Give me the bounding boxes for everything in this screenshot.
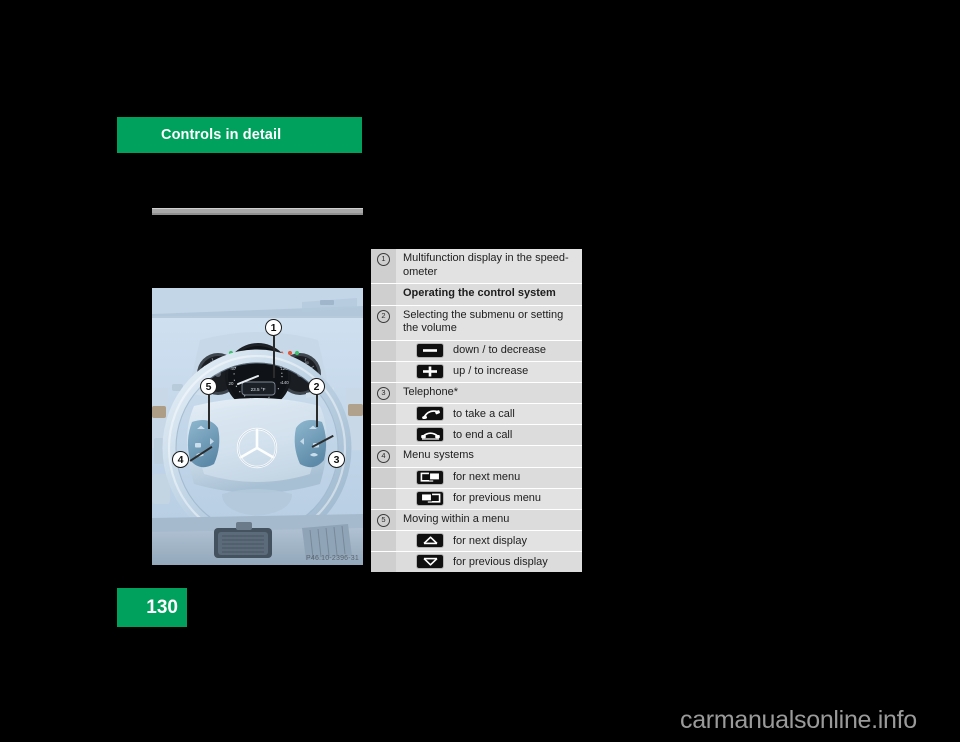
row-number-cell: 2 xyxy=(371,305,396,340)
row-content-cell: for previous display xyxy=(396,552,582,572)
table-description: Selecting the submenu or setting the volu… xyxy=(403,308,564,335)
row-number-cell xyxy=(371,488,396,509)
page-number-label: 130 xyxy=(146,596,178,618)
leader-line-1 xyxy=(273,336,275,378)
icon-description: for next display xyxy=(453,534,527,547)
row-content-cell: for next menu xyxy=(396,468,582,488)
next-menu-icon xyxy=(417,470,443,484)
callout-number-1: 1 xyxy=(377,253,390,266)
table-subheading: Operating the control system xyxy=(403,287,556,299)
row-number-cell: 1 xyxy=(371,249,396,283)
row-content-cell: to end a call xyxy=(396,425,582,445)
controls-reference-table: 1 Multifunction display in the speed-omet… xyxy=(371,249,582,572)
row-number-cell xyxy=(371,467,396,488)
icon-description: for previous display xyxy=(453,555,548,568)
row-content-cell: Telephone* xyxy=(396,383,582,404)
phone-hangup-icon xyxy=(417,428,443,441)
table-row: 4 Menu systems xyxy=(371,446,582,468)
minus-button-icon xyxy=(417,343,443,357)
table-description: Telephone* xyxy=(403,385,459,398)
row-number-cell xyxy=(371,425,396,445)
row-content-cell: up / to increase xyxy=(396,362,582,382)
svg-text:140: 140 xyxy=(281,380,289,385)
row-number-cell xyxy=(371,361,396,382)
table-row: 2 Selecting the submenu or setting the vol… xyxy=(371,305,582,341)
svg-text:23.5 °F: 23.5 °F xyxy=(251,387,266,392)
svg-text:20: 20 xyxy=(229,381,234,386)
icon-description: to end a call xyxy=(453,428,513,441)
callout-number-3: 3 xyxy=(377,386,390,400)
row-number-cell: 4 xyxy=(371,446,396,467)
row-content-cell: for next display xyxy=(396,531,582,551)
steering-wheel-figure: 20 40 0 60 80 xyxy=(152,288,363,565)
row-number-cell xyxy=(371,340,396,361)
row-number-cell: 5 xyxy=(371,509,396,530)
callout-3: 3 xyxy=(328,451,345,468)
section-title: Controls in detail xyxy=(161,127,282,143)
callout-number-5: 5 xyxy=(377,513,390,527)
page-number: 130 xyxy=(117,588,187,627)
phone-pickup-icon xyxy=(417,407,443,420)
icon-description: up / to increase xyxy=(453,365,529,377)
horizontal-rule xyxy=(152,208,363,215)
row-content-cell: Moving within a menu xyxy=(396,510,582,531)
table-description: Multifunction display in the speed-omete… xyxy=(403,252,569,278)
row-content-cell: Selecting the submenu or setting the volu… xyxy=(396,306,582,340)
leader-line-5 xyxy=(208,395,210,429)
row-number-cell: 3 xyxy=(371,382,396,403)
table-row: Operating the control system xyxy=(371,284,582,306)
row-number-cell xyxy=(371,404,396,424)
table-row: for previous menu xyxy=(371,488,582,510)
callout-number-4: 4 xyxy=(377,450,390,463)
leader-line-2 xyxy=(316,395,318,427)
section-header: Controls in detail xyxy=(117,117,362,153)
table-row: down / to decrease xyxy=(371,340,582,362)
callout-1: 1 xyxy=(265,319,282,336)
table-row: for next menu xyxy=(371,467,582,489)
row-content-cell: to take a call xyxy=(396,404,582,424)
row-number-cell xyxy=(371,552,396,572)
table-description: Menu systems xyxy=(403,449,474,461)
row-number-cell xyxy=(371,284,396,305)
table-row: 1 Multifunction display in the speed-omet… xyxy=(371,249,582,284)
arrow-up-icon xyxy=(417,534,443,547)
icon-description: down / to decrease xyxy=(453,344,546,356)
icon-description: for next menu xyxy=(453,471,521,483)
row-content-cell: down / to decrease xyxy=(396,341,582,361)
callout-2: 2 xyxy=(308,378,325,395)
row-content-cell: Multifunction display in the speed-omete… xyxy=(396,249,582,283)
site-watermark: carmanualsonline.info xyxy=(680,706,917,734)
callout-number-2: 2 xyxy=(377,309,390,323)
table-row: to end a call xyxy=(371,425,582,446)
table-row: to take a call xyxy=(371,404,582,425)
arrow-down-icon xyxy=(417,555,443,568)
steering-wheel-illustration: 20 40 0 60 80 xyxy=(152,288,363,565)
row-content-cell: Menu systems xyxy=(396,446,582,467)
table-row: 5 Moving within a menu xyxy=(371,509,582,531)
plus-button-icon xyxy=(417,364,443,378)
callout-5: 5 xyxy=(200,378,217,395)
table-description: Moving within a menu xyxy=(403,512,510,525)
row-content-cell: Operating the control system xyxy=(396,284,582,305)
manual-page: Controls in detail 20 40 60 80 60 80 120… xyxy=(0,0,960,742)
table-row: 3 Telephone* xyxy=(371,382,582,404)
figure-code: P46.10-2396-31 xyxy=(305,555,359,562)
table-row: for previous display xyxy=(371,552,582,572)
icon-description: for previous menu xyxy=(453,492,542,504)
row-content-cell: for previous menu xyxy=(396,489,582,509)
previous-menu-icon xyxy=(417,491,443,505)
icon-description: to take a call xyxy=(453,407,515,420)
callout-4: 4 xyxy=(172,451,189,468)
table-row: for next display xyxy=(371,531,582,552)
table-row: up / to increase xyxy=(371,361,582,383)
row-number-cell xyxy=(371,531,396,551)
